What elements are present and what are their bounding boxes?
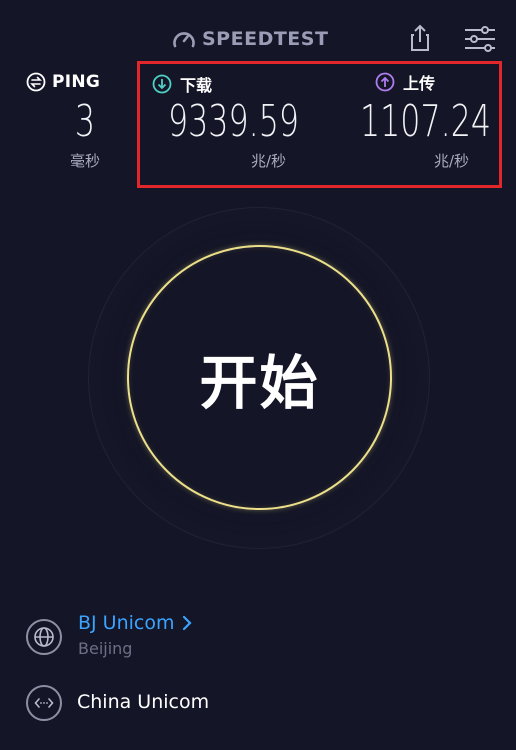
speedtest-logo: SPEEDTEST [172,27,328,51]
speedtest-app: SPEEDTEST PING 3 毫秒 下载 9339.59 兆/秒 上传 11… [0,0,516,750]
ping-unit: 毫秒 [69,152,100,170]
download-value: 9339.59 [168,96,300,147]
download-label: 下载 [180,76,213,95]
server-name: BJ Unicom [78,612,175,634]
upload-arrow-icon [375,72,395,92]
ping-icon [26,72,46,92]
chevron-right-icon [183,615,193,631]
isp-icon-wrap [26,685,62,721]
sliders-icon [465,26,495,52]
gauge-icon [173,32,195,48]
settings-button[interactable] [461,24,499,54]
ping-value: 3 [74,96,96,147]
download-unit: 兆/秒 [251,152,287,170]
connection-icon [34,698,54,708]
upload-unit: 兆/秒 [434,152,470,170]
ping-header: PING [26,72,100,92]
start-button[interactable]: 开始 [127,245,392,510]
logo-text: SPEEDTEST [202,28,329,50]
server-name-link[interactable]: BJ Unicom [78,612,193,634]
server-city: Beijing [78,639,133,658]
share-icon [411,24,429,51]
globe-icon [34,627,54,647]
upload-header: 上传 [375,70,435,94]
ping-label: PING [52,72,101,92]
share-button[interactable] [404,22,436,54]
upload-label: 上传 [403,74,436,93]
download-arrow-icon [152,74,172,94]
download-header: 下载 [152,72,212,96]
isp-name: China Unicom [77,691,210,713]
upload-value: 1107.24 [360,96,492,147]
start-label: 开始 [199,348,320,417]
server-globe-button[interactable] [26,619,62,655]
